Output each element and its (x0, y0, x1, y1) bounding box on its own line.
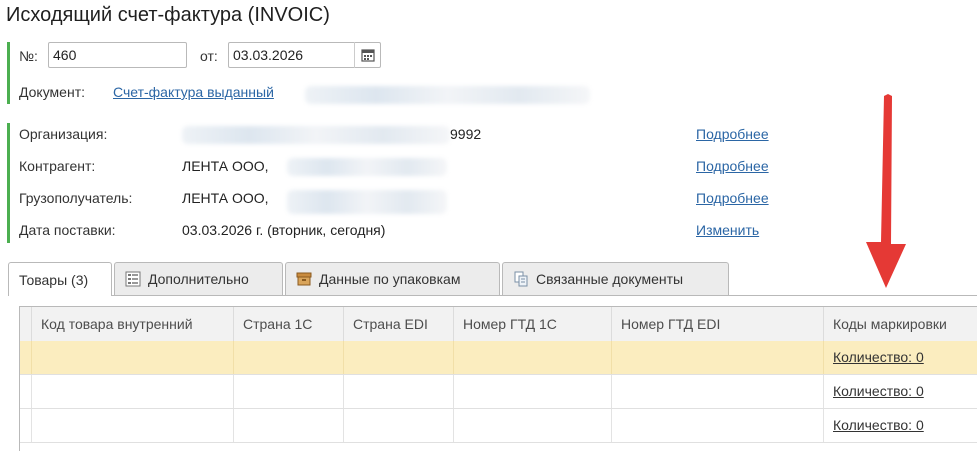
table-cell (344, 375, 454, 408)
redacted-consignee (287, 190, 447, 214)
table-row[interactable]: Количество: 0 (20, 409, 977, 443)
table-cell (20, 409, 32, 442)
column-header-country-edi[interactable]: Страна EDI (344, 307, 454, 341)
tab-additional[interactable]: Дополнительно (114, 262, 283, 295)
header-group-bar (7, 42, 10, 104)
info-group-bar (7, 123, 10, 243)
tab-linked-documents-label: Связанные документы (536, 271, 684, 287)
counterparty-more-link[interactable]: Подробнее (696, 158, 769, 174)
tab-goods-label: Товары (3) (19, 271, 89, 288)
redacted-organization (182, 126, 450, 144)
table-cell (32, 341, 234, 374)
column-header-country-1c[interactable]: Страна 1С (234, 307, 344, 341)
delivery-date-label: Дата поставки: (19, 222, 116, 238)
redacted-counterparty (287, 158, 447, 176)
marking-codes-link[interactable]: Количество: 0 (833, 383, 924, 399)
table-cell (234, 375, 344, 408)
annotation-arrow-icon (866, 94, 906, 288)
table-cell (32, 409, 234, 442)
column-header-internal-code[interactable]: Код товара внутренний (32, 307, 234, 341)
table-cell (234, 341, 344, 374)
table-row[interactable]: Количество: 0 (20, 341, 977, 375)
number-label: №: (19, 48, 38, 64)
package-icon (296, 272, 312, 286)
tab-packages-label: Данные по упаковкам (319, 271, 461, 287)
column-marker (20, 307, 32, 341)
organization-value: 9992 (450, 126, 482, 142)
number-input[interactable] (48, 42, 187, 68)
calendar-icon (360, 49, 375, 62)
table-cell (344, 341, 454, 374)
redacted-document-number (305, 86, 590, 104)
table-cell (612, 375, 824, 408)
tab-additional-label: Дополнительно (148, 271, 249, 287)
organization-more-link[interactable]: Подробнее (696, 126, 769, 142)
table-cell (344, 409, 454, 442)
linked-docs-icon (514, 271, 528, 287)
change-delivery-link[interactable]: Изменить (696, 222, 759, 238)
column-header-gtd-1c[interactable]: Номер ГТД 1С (454, 307, 612, 341)
consignee-label: Грузополучатель: (19, 190, 133, 206)
document-link[interactable]: Счет-фактура выданный (113, 84, 274, 100)
date-label: от: (200, 48, 218, 64)
table-cell (32, 375, 234, 408)
tabs-baseline (8, 295, 977, 296)
table-cell (20, 375, 32, 408)
consignee-more-link[interactable]: Подробнее (696, 190, 769, 206)
marking-codes-link[interactable]: Количество: 0 (833, 349, 924, 365)
list-icon (125, 271, 141, 287)
table-cell (454, 409, 612, 442)
tab-goods[interactable]: Товары (3) (8, 262, 112, 296)
delivery-date-value: 03.03.2026 г. (вторник, сегодня) (182, 222, 386, 238)
table-row[interactable]: Количество: 0 (20, 375, 977, 409)
marking-codes-link[interactable]: Количество: 0 (833, 417, 924, 433)
consignee-value: ЛЕНТА ООО, (182, 190, 269, 206)
calendar-button[interactable] (354, 42, 380, 68)
table-cell (454, 375, 612, 408)
table-cell (20, 341, 32, 374)
table-cell (234, 409, 344, 442)
column-header-gtd-edi[interactable]: Номер ГТД EDI (612, 307, 824, 341)
tab-packages[interactable]: Данные по упаковкам (285, 262, 500, 295)
counterparty-label: Контрагент: (19, 158, 96, 174)
page-title: Исходящий счет-фактура (INVOIC) (6, 4, 330, 26)
table-cell (454, 341, 612, 374)
goods-table: Код товара внутренний Страна 1С Страна E… (19, 306, 977, 451)
table-cell (612, 409, 824, 442)
column-header-marking-codes[interactable]: Коды маркировки (824, 307, 977, 341)
tab-linked-documents[interactable]: Связанные документы (502, 262, 729, 295)
document-label: Документ: (19, 84, 85, 100)
table-cell (612, 341, 824, 374)
organization-label: Организация: (19, 126, 108, 142)
counterparty-value: ЛЕНТА ООО, (182, 158, 269, 174)
table-header: Код товара внутренний Страна 1С Страна E… (20, 307, 977, 342)
